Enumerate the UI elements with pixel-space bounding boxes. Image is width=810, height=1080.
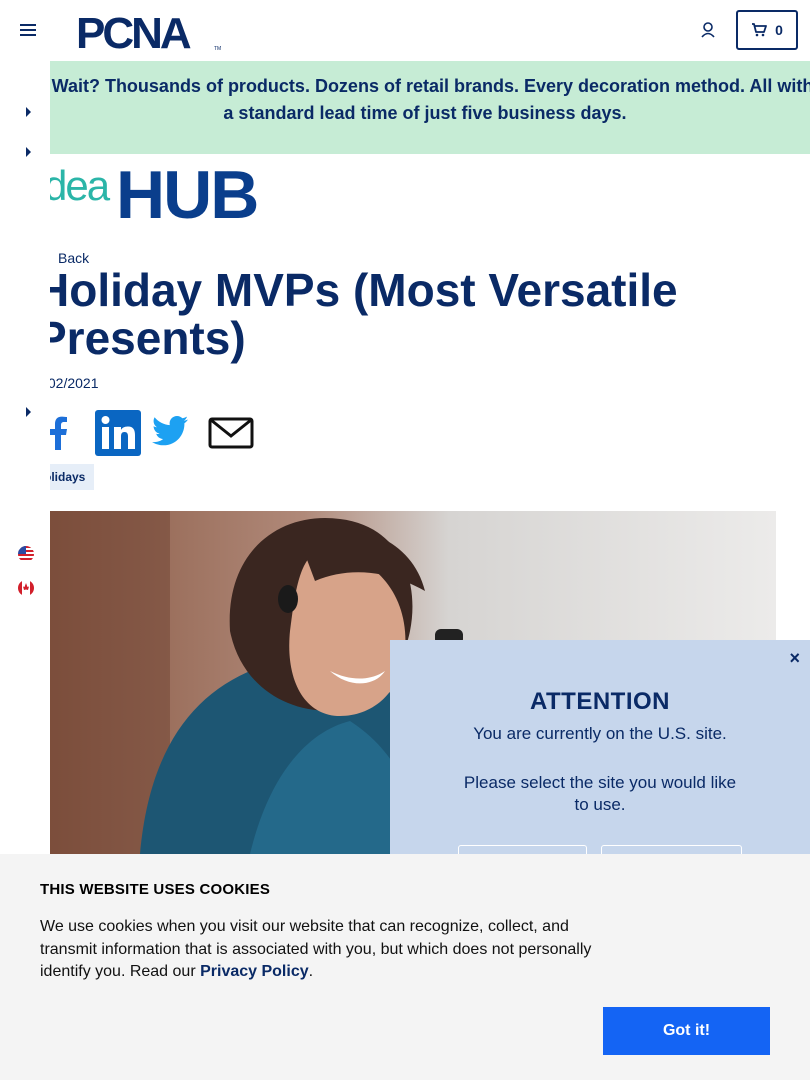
cookie-body-suffix: . bbox=[308, 963, 314, 980]
tag-holidays[interactable]: olidays bbox=[50, 464, 95, 490]
canada-flag-icon[interactable] bbox=[18, 580, 34, 596]
site-select-modal: × ATTENTION You are currently on the U.S… bbox=[390, 640, 810, 876]
hamburger-icon[interactable] bbox=[20, 24, 36, 36]
us-flag-icon[interactable] bbox=[18, 546, 34, 562]
modal-title: ATTENTION bbox=[529, 688, 671, 715]
pcna-logo[interactable]: PCNA TM bbox=[76, 10, 226, 52]
rail-expand-caret-icon[interactable] bbox=[26, 407, 31, 417]
linkedin-icon[interactable] bbox=[95, 410, 141, 456]
ideahub-logo: dea HUB bbox=[50, 158, 259, 222]
cookie-title: THIS WEBSITE USES COOKIES bbox=[40, 881, 271, 898]
cart-icon bbox=[752, 23, 767, 37]
rail-expand-caret-icon[interactable] bbox=[26, 107, 31, 117]
email-icon[interactable] bbox=[208, 417, 254, 449]
cart-button[interactable]: 0 bbox=[736, 10, 798, 50]
close-icon[interactable]: × bbox=[789, 648, 800, 669]
site-header: PCNA TM 0 bbox=[0, 0, 810, 61]
logo-text: PCNA bbox=[76, 10, 191, 52]
modal-prompt-text: Please select the site you would like to… bbox=[463, 773, 737, 814]
rail-expand-caret-icon[interactable] bbox=[26, 147, 31, 157]
side-rail bbox=[0, 61, 50, 854]
facebook-icon[interactable] bbox=[50, 416, 70, 450]
cookie-body: We use cookies when you visit our websit… bbox=[40, 916, 610, 984]
ideahub-hub-text: HUB bbox=[116, 158, 257, 222]
modal-current-site-text: You are currently on the U.S. site. bbox=[473, 724, 727, 743]
cookie-body-text: We use cookies when you visit our websit… bbox=[40, 918, 592, 980]
accept-cookies-button[interactable]: Got it! bbox=[603, 1007, 770, 1055]
page-title: Holiday MVPs (Most Versatile Presents) bbox=[50, 264, 678, 364]
article-date: /02/2021 bbox=[50, 375, 99, 391]
privacy-policy-link[interactable]: Privacy Policy bbox=[200, 963, 309, 980]
cart-count: 0 bbox=[775, 22, 783, 38]
logo-tm: TM bbox=[214, 46, 221, 52]
cookie-banner: THIS WEBSITE USES COOKIES We use cookies… bbox=[0, 854, 810, 1080]
ideahub-idea-text: dea bbox=[50, 162, 111, 209]
twitter-icon[interactable] bbox=[152, 416, 188, 446]
account-icon[interactable] bbox=[698, 20, 718, 40]
promo-text: y Wait? Thousands of products. Dozens of… bbox=[50, 76, 810, 123]
promo-banner: y Wait? Thousands of products. Dozens of… bbox=[50, 61, 810, 154]
